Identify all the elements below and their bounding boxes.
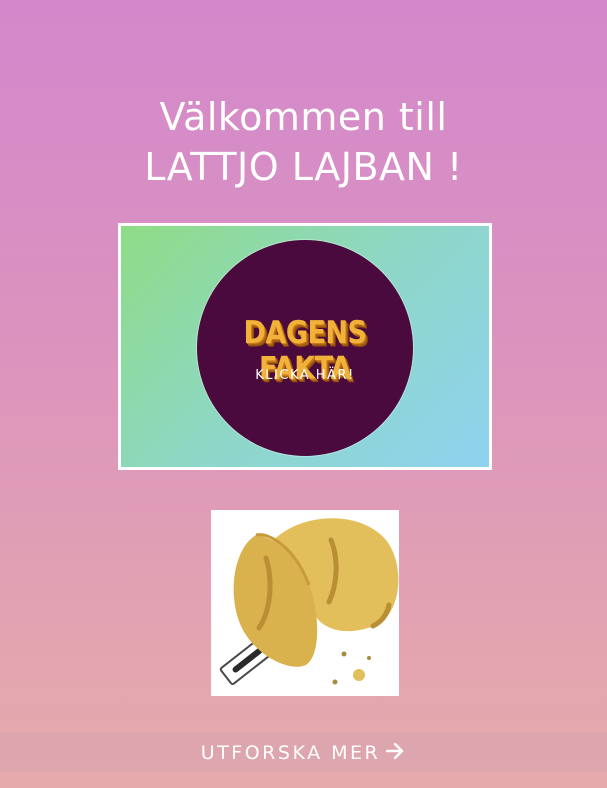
arrow-right-icon — [384, 740, 406, 767]
dagens-fakta-banner[interactable]: DAGENS FAKTA KLICKA HÄR! — [118, 223, 492, 470]
banner-circle: DAGENS FAKTA KLICKA HÄR! — [197, 240, 413, 456]
banner-subtitle: KLICKA HÄR! — [255, 368, 355, 383]
fortune-cookie-tile[interactable] — [211, 510, 399, 696]
explore-more-link[interactable]: UTFORSKA MER — [0, 740, 607, 767]
welcome-line-1: Välkommen till — [159, 95, 448, 139]
welcome-heading: Välkommen till LATTJO LAJBAN ! — [0, 92, 607, 192]
welcome-line-2: LATTJO LAJBAN ! — [144, 145, 463, 189]
explore-more-label: UTFORSKA MER — [200, 742, 381, 764]
fortune-cookie-icon — [219, 518, 399, 685]
